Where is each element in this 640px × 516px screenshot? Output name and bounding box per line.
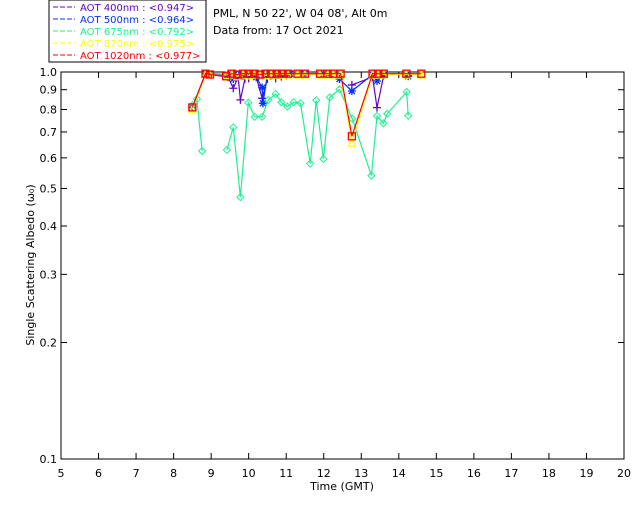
x-tick-label: 14 bbox=[392, 467, 406, 480]
x-tick-label: 6 bbox=[95, 467, 102, 480]
x-tick-label: 19 bbox=[579, 467, 593, 480]
y-tick-label: 0.7 bbox=[40, 126, 58, 139]
y-tick-label: 0.9 bbox=[40, 84, 58, 97]
x-axis-label: Time (GMT) bbox=[309, 480, 374, 493]
x-tick-label: 12 bbox=[317, 467, 331, 480]
chart-window: AOT 400nm : <0.947> AOT 500nm : <0.964> AO… bbox=[0, 0, 640, 512]
star-marker bbox=[347, 87, 356, 96]
series-line bbox=[191, 73, 422, 137]
star-marker bbox=[258, 83, 267, 92]
site-info: PML, N 50 22', W 04 08', Alt 0m bbox=[213, 7, 387, 20]
x-tick-label: 11 bbox=[279, 467, 293, 480]
y-tick-label: 0.2 bbox=[40, 337, 58, 350]
plot-frame bbox=[60, 71, 625, 460]
y-axis-label: Single Scattering Albedo (ω₀) bbox=[24, 184, 37, 345]
series-line bbox=[191, 73, 422, 143]
plus-marker bbox=[229, 84, 238, 93]
x-tick-label: 10 bbox=[242, 467, 256, 480]
x-tick-label: 9 bbox=[208, 467, 215, 480]
x-tick-label: 13 bbox=[354, 467, 368, 480]
legend-entry: AOT 500nm : <0.964> bbox=[80, 15, 194, 26]
x-tick-label: 20 bbox=[617, 467, 631, 480]
x-tick-label: 5 bbox=[58, 467, 65, 480]
legend-entry: AOT 675nm : <0.792> bbox=[80, 27, 194, 38]
series-4 bbox=[188, 69, 426, 141]
date-info: Data from: 17 Oct 2021 bbox=[213, 24, 344, 37]
y-tick-label: 0.8 bbox=[40, 104, 58, 117]
x-tick-label: 7 bbox=[133, 467, 140, 480]
y-tick-label: 0.4 bbox=[40, 220, 58, 233]
series-3 bbox=[187, 69, 426, 147]
y-tick-label: 0.5 bbox=[40, 182, 58, 195]
x-tick-label: 15 bbox=[429, 467, 443, 480]
x-tick-label: 17 bbox=[504, 467, 518, 480]
y-tick-label: 0.3 bbox=[40, 268, 58, 281]
axes: 5 6 7 8 9 10 11 12 13 14 15 16 17 18 19 20 0.1 0.2 0.3 0.4 0… bbox=[40, 66, 632, 480]
legend-entry: AOT 870nm : <0.975> bbox=[80, 39, 194, 50]
y-tick-label: 0.1 bbox=[40, 453, 58, 466]
plus-marker bbox=[236, 95, 245, 104]
y-tick-label: 1.0 bbox=[40, 66, 58, 79]
x-tick-label: 18 bbox=[542, 467, 556, 480]
legend-entry: AOT 1020nm : <0.977> bbox=[80, 51, 200, 62]
plot-area bbox=[187, 69, 426, 202]
plus-marker bbox=[373, 103, 382, 112]
x-tick-label: 16 bbox=[467, 467, 481, 480]
x-tick-label: 8 bbox=[170, 467, 177, 480]
legend-entry: AOT 400nm : <0.947> bbox=[80, 3, 194, 14]
y-tick-label: 0.6 bbox=[40, 152, 58, 165]
albedo-chart: AOT 400nm : <0.947>AOT 500nm : <0.964>AO… bbox=[24, 0, 632, 493]
series-line bbox=[192, 88, 409, 198]
